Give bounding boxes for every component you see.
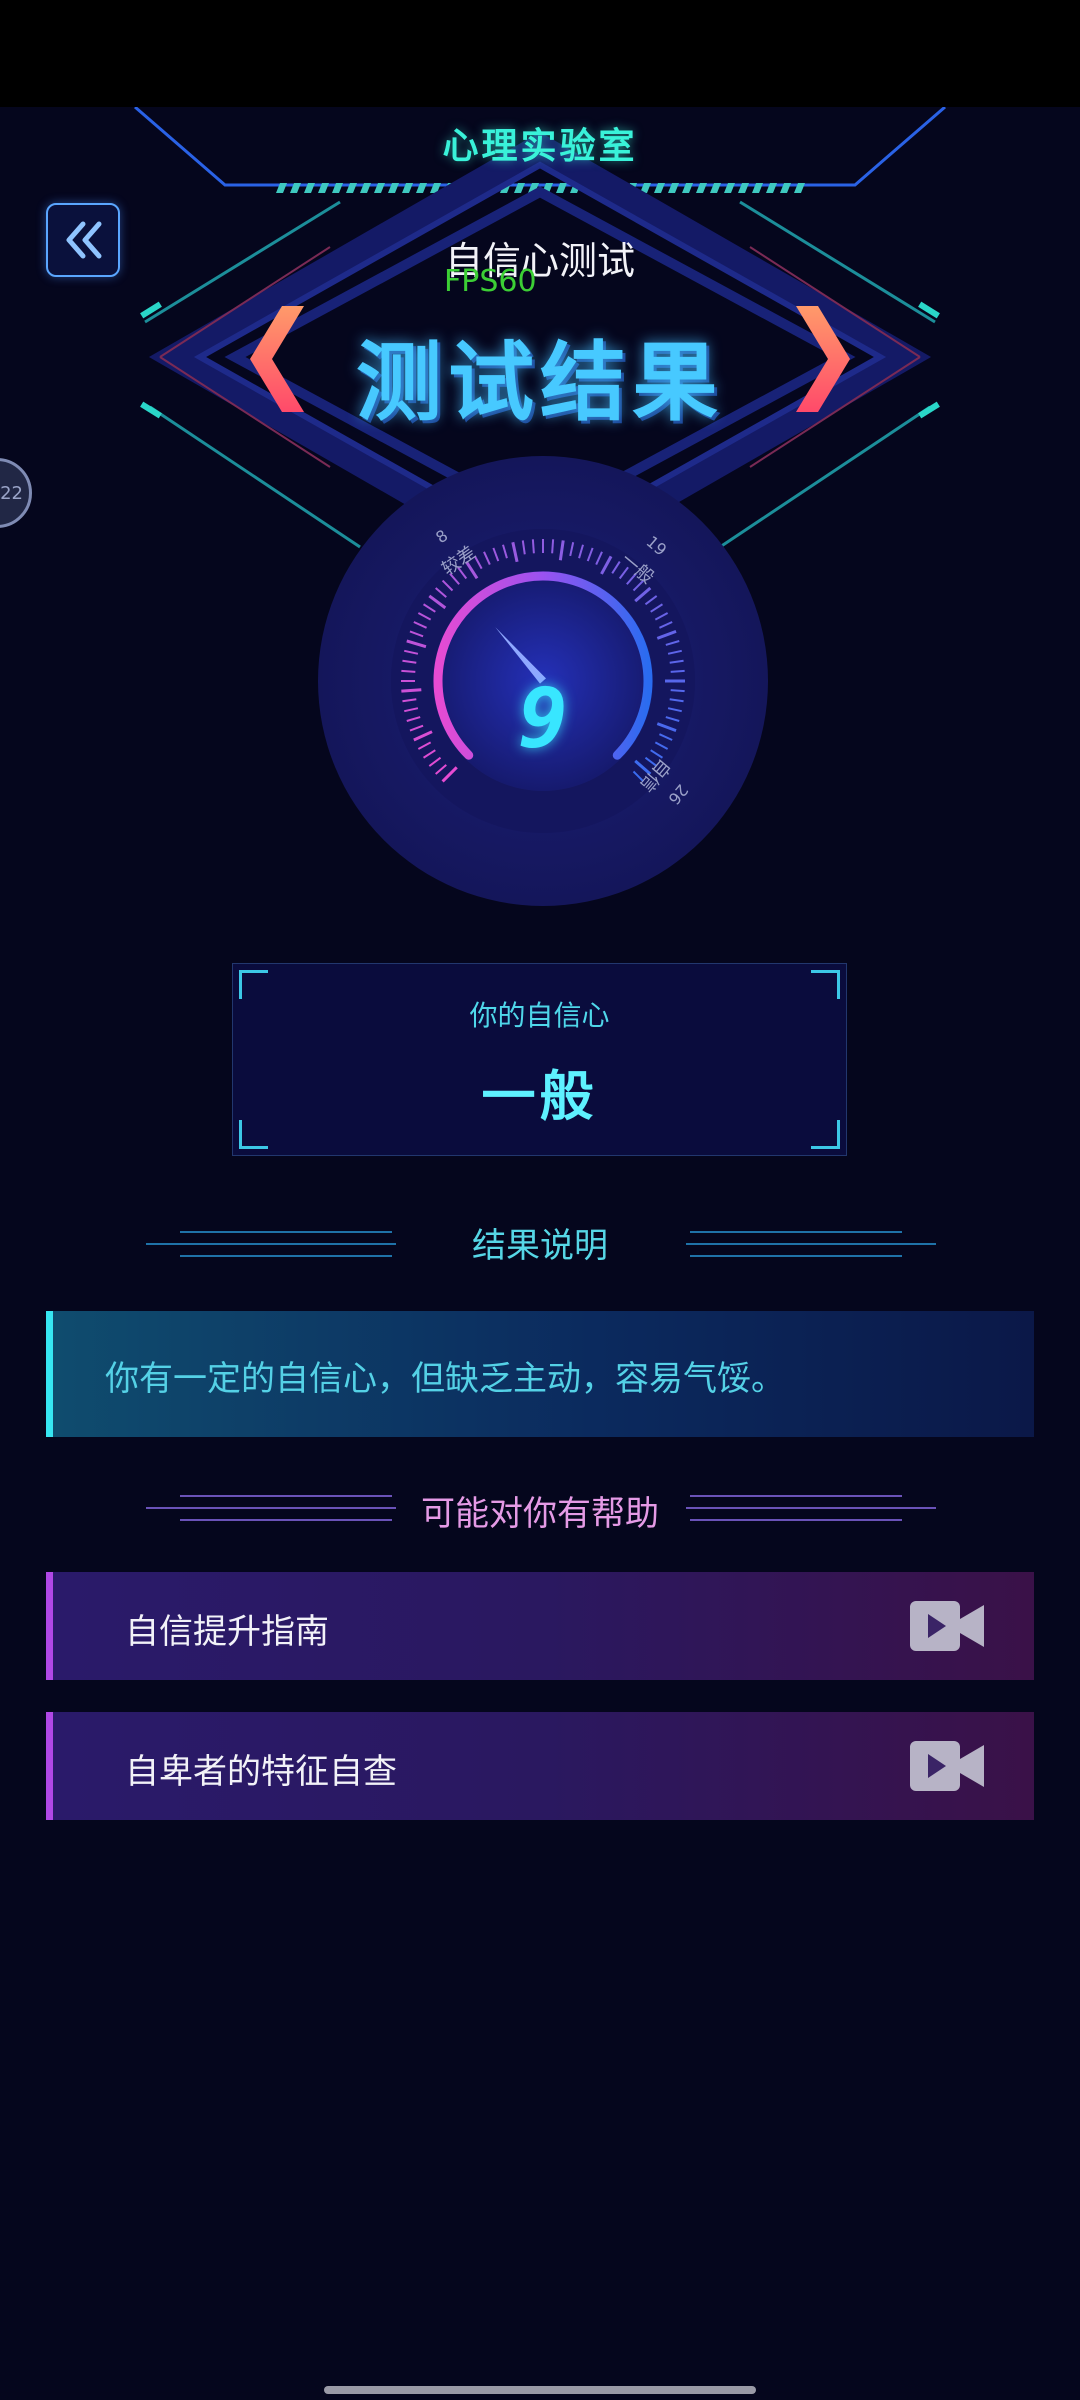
- heading-lines-right: [686, 1495, 936, 1521]
- explanation-card: 你有一定的自信心，但缺乏主动，容易气馁。: [46, 1311, 1034, 1437]
- help-item-self-check[interactable]: 自卑者的特征自查: [46, 1712, 1034, 1820]
- video-camera-icon: [910, 1741, 984, 1791]
- heading-lines-right: [686, 1231, 936, 1257]
- next-arrow-icon[interactable]: [796, 306, 850, 412]
- result-card: 你的自信心 一般: [232, 963, 847, 1156]
- status-bar: [0, 0, 1080, 107]
- explanation-text: 你有一定的自信心，但缺乏主动，容易气馁。: [105, 1359, 785, 1399]
- test-name: 自信心测试: [444, 239, 635, 283]
- home-indicator: [324, 2386, 756, 2394]
- gauge-tick: [551, 539, 555, 554]
- result-value: 一般: [481, 1065, 598, 1128]
- help-item-label: 自卑者的特征自查: [125, 1752, 397, 1792]
- help-item-confidence-guide[interactable]: 自信提升指南: [46, 1572, 1034, 1680]
- result-label: 你的自信心: [469, 999, 610, 1032]
- result-title: 测试结果: [356, 333, 724, 433]
- gauge-tick: [531, 539, 535, 554]
- app-title: 心理实验室: [442, 126, 638, 167]
- help-item-label: 自信提升指南: [125, 1612, 329, 1652]
- fps-counter: FPS60: [444, 264, 537, 299]
- video-camera-icon: [910, 1601, 984, 1651]
- gauge-score: 9: [518, 672, 568, 767]
